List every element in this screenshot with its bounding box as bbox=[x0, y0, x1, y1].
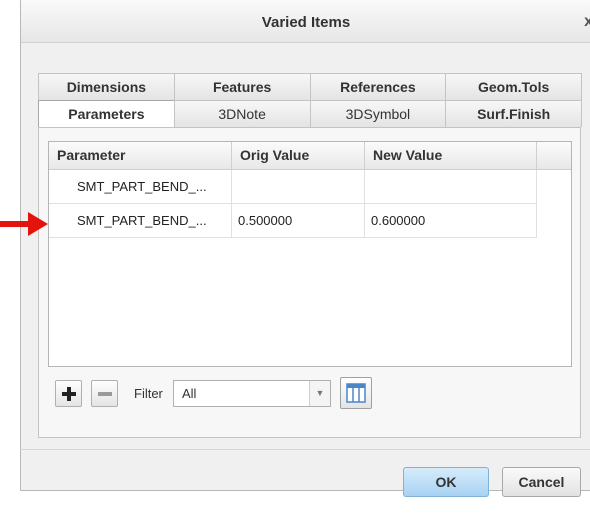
table-columns-icon bbox=[346, 383, 366, 403]
remove-button[interactable] bbox=[91, 380, 118, 407]
plus-icon bbox=[61, 387, 76, 401]
tab-features[interactable]: Features bbox=[173, 73, 311, 100]
new-value-cell[interactable] bbox=[365, 170, 537, 204]
column-header-new-value[interactable]: New Value bbox=[365, 142, 537, 169]
table-header: Parameter Orig Value New Value bbox=[49, 142, 571, 170]
table-row[interactable]: SMT_PART_BEND_... 0.500000 0.600000 bbox=[49, 204, 537, 238]
column-settings-button[interactable] bbox=[340, 377, 372, 409]
footer-divider bbox=[20, 449, 590, 450]
close-button[interactable]: x bbox=[584, 13, 590, 31]
parameters-table: Parameter Orig Value New Value SMT_PART_… bbox=[48, 141, 572, 367]
tab-row-1: Dimensions Features References Geom.Tols bbox=[38, 73, 582, 100]
chevron-down-icon[interactable]: ▼ bbox=[309, 381, 330, 406]
title-bar[interactable]: Varied Items x bbox=[21, 0, 590, 43]
column-header-parameter[interactable]: Parameter bbox=[49, 142, 232, 169]
column-header-orig-value[interactable]: Orig Value bbox=[232, 142, 365, 169]
new-value-cell[interactable]: 0.600000 bbox=[365, 204, 537, 238]
tab-3dsymbol[interactable]: 3DSymbol bbox=[309, 100, 447, 127]
tab-geom-tols[interactable]: Geom.Tols bbox=[445, 73, 582, 100]
orig-value-cell[interactable]: 0.500000 bbox=[232, 204, 365, 238]
minus-icon bbox=[97, 392, 112, 396]
red-arrow-icon bbox=[0, 212, 48, 236]
add-button[interactable] bbox=[55, 380, 82, 407]
tab-surf-finish[interactable]: Surf.Finish bbox=[445, 100, 582, 127]
table-row[interactable]: SMT_PART_BEND_... bbox=[49, 170, 537, 204]
tab-dimensions[interactable]: Dimensions bbox=[38, 73, 175, 100]
tab-references[interactable]: References bbox=[309, 73, 447, 100]
tab-parameters[interactable]: Parameters bbox=[38, 100, 175, 127]
dialog-title: Varied Items bbox=[261, 14, 351, 31]
tab-3dnote[interactable]: 3DNote bbox=[173, 100, 311, 127]
parameter-cell[interactable]: SMT_PART_BEND_... bbox=[49, 170, 232, 204]
filter-select[interactable]: All ▼ bbox=[173, 380, 331, 407]
cancel-button[interactable]: Cancel bbox=[502, 467, 581, 497]
tab-row-2: Parameters 3DNote 3DSymbol Surf.Finish bbox=[38, 100, 582, 127]
filter-label: Filter bbox=[134, 386, 163, 401]
orig-value-cell[interactable] bbox=[232, 170, 365, 204]
ok-button[interactable]: OK bbox=[403, 467, 489, 497]
filter-select-value: All bbox=[182, 386, 197, 401]
parameter-cell[interactable]: SMT_PART_BEND_... bbox=[49, 204, 232, 238]
